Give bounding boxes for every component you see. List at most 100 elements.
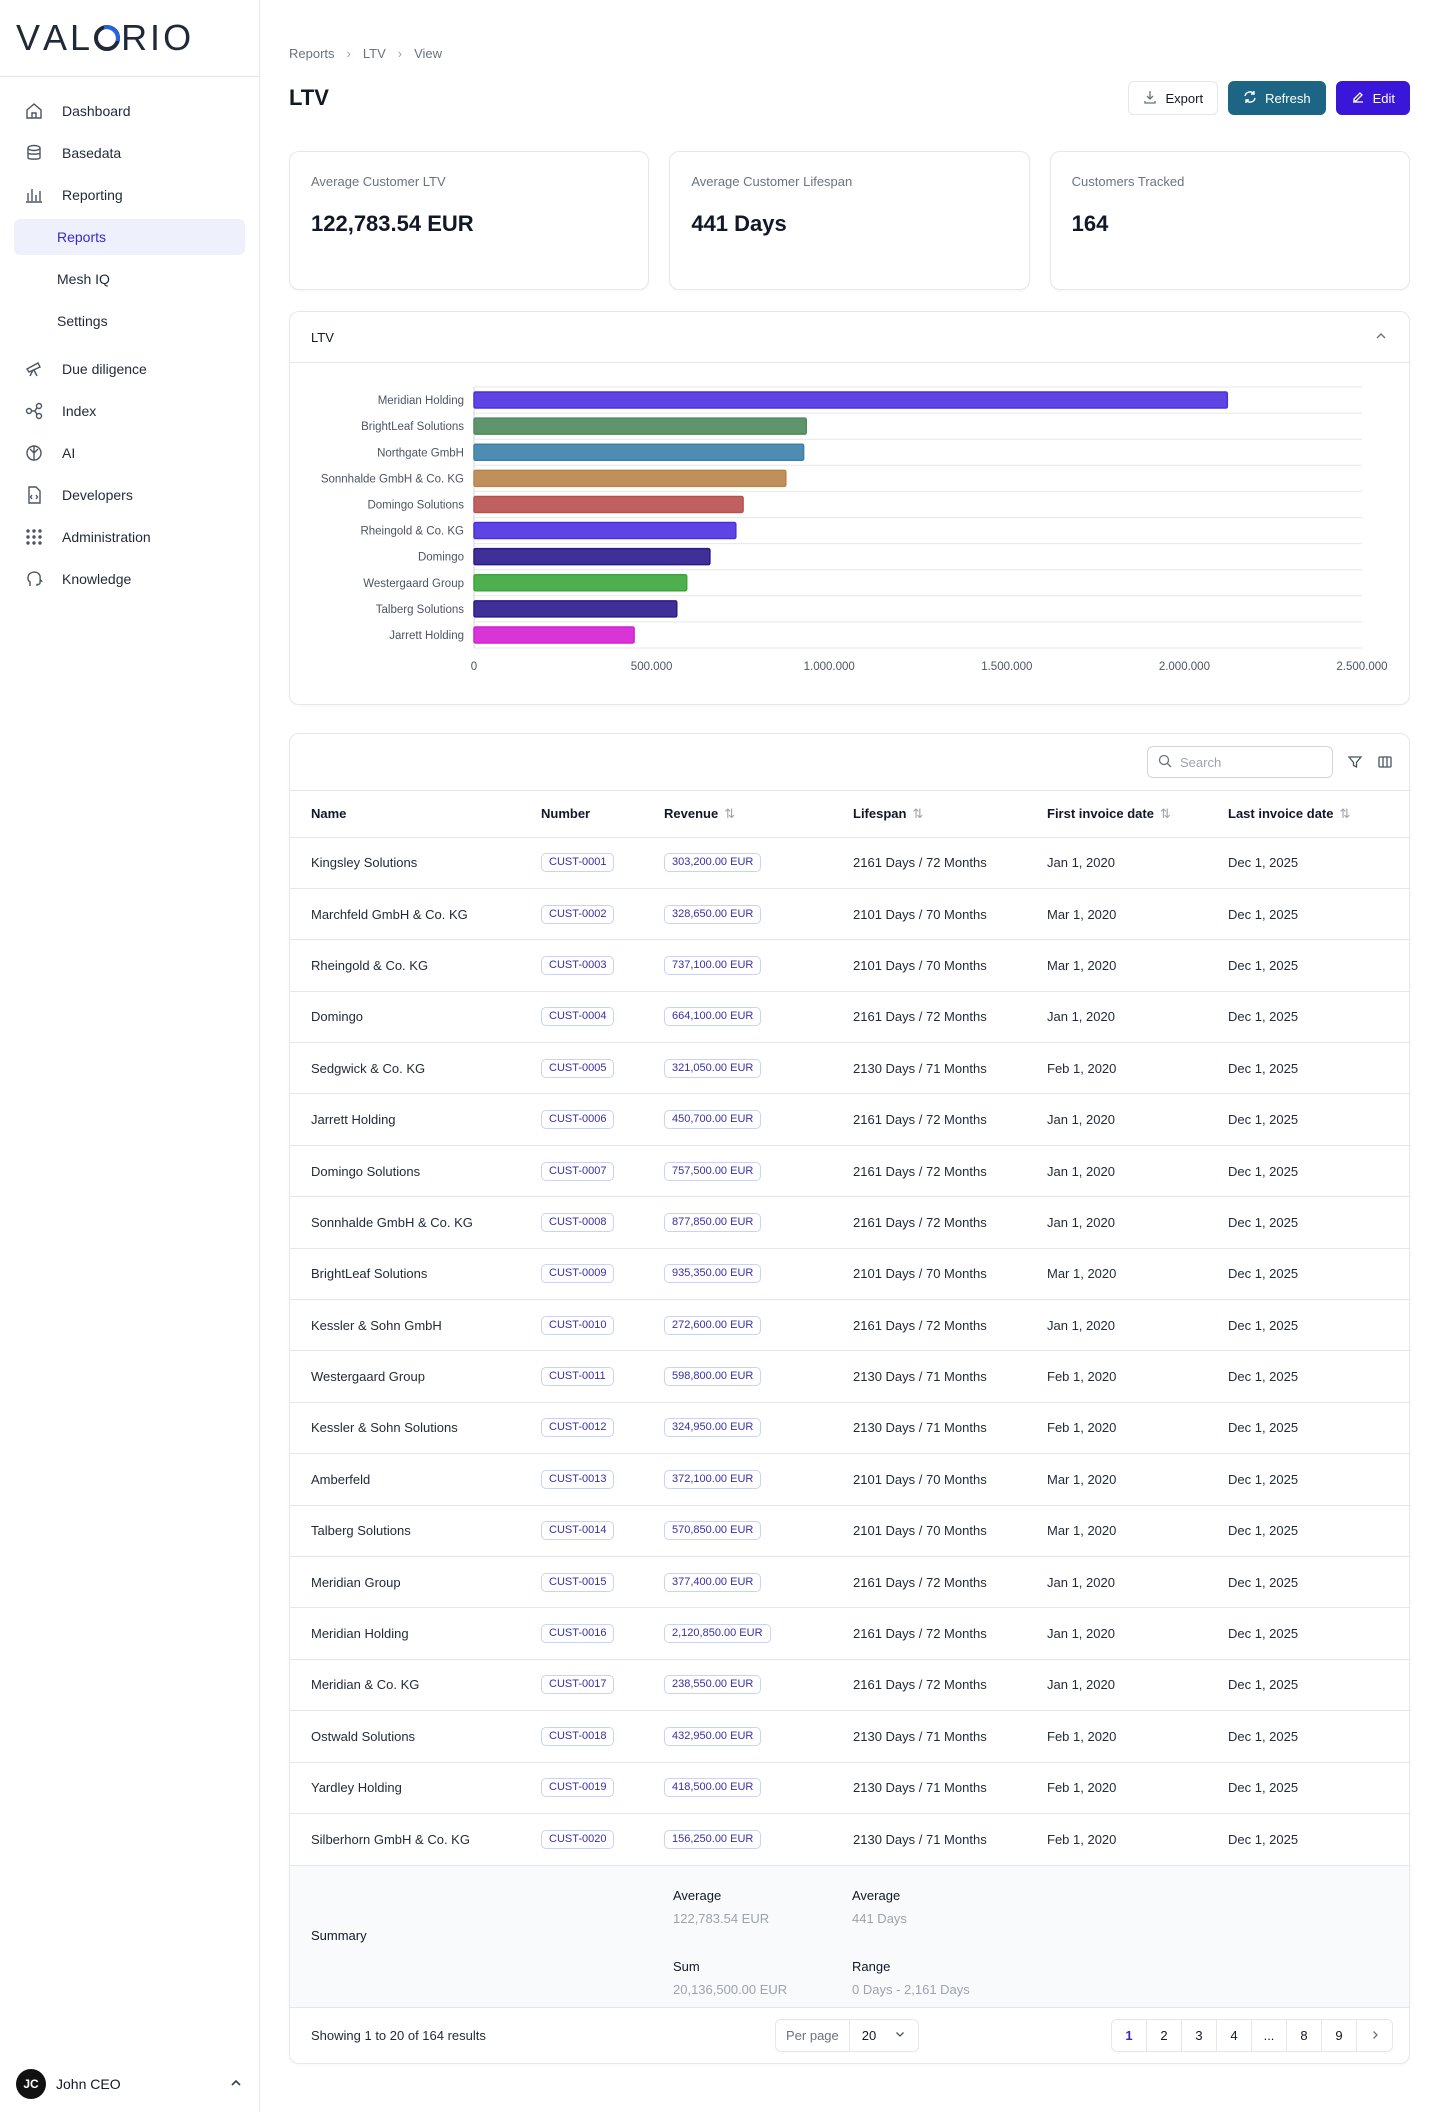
chevron-up-icon[interactable] <box>1374 329 1388 346</box>
table-row[interactable]: Meridian Group CUST-0015 377,400.00 EUR 216… <box>290 1555 1409 1608</box>
bar[interactable] <box>473 469 787 488</box>
page-button-9[interactable]: 9 <box>1322 2019 1357 2051</box>
sidebar-item-index[interactable]: Index <box>14 393 245 429</box>
sort-icon[interactable]: ⇅ <box>912 806 923 821</box>
sidebar-item-dashboard[interactable]: Dashboard <box>14 93 245 129</box>
page-button-2[interactable]: 2 <box>1147 2019 1182 2051</box>
sidebar-item-label: Due diligence <box>62 361 147 377</box>
breadcrumb-reports[interactable]: Reports <box>289 46 335 61</box>
stat-card-ltv: Average Customer LTV 122,783.54 EUR <box>289 151 650 290</box>
sort-icon[interactable]: ⇅ <box>1339 806 1350 821</box>
sidebar-item-knowledge[interactable]: Knowledge <box>14 561 245 597</box>
cell-number: CUST-0001 <box>520 836 643 889</box>
bar[interactable] <box>473 521 737 540</box>
page-button-4[interactable]: 4 <box>1217 2019 1252 2051</box>
table-row[interactable]: Meridian & Co. KG CUST-0017 238,550.00 EUR… <box>290 1658 1409 1711</box>
bar[interactable] <box>473 495 744 514</box>
search-input[interactable] <box>1180 754 1320 770</box>
customer-number-badge: CUST-0016 <box>541 1624 615 1644</box>
sidebar-item-reporting[interactable]: Reporting <box>14 177 245 213</box>
bar[interactable] <box>473 391 1229 409</box>
cell-first-invoice: Jan 1, 2020 <box>1026 1658 1207 1711</box>
refresh-button[interactable]: Refresh <box>1228 81 1326 115</box>
sidebar-item-reports[interactable]: Reports <box>14 219 245 255</box>
page-buttons: 1 2 3 4... 8 9 <box>1111 2018 1393 2052</box>
page-button-1[interactable]: 1 <box>1112 2019 1147 2051</box>
sort-icon[interactable]: ⇅ <box>1160 806 1171 821</box>
table-row[interactable]: Rheingold & Co. KG CUST-0003 737,100.00 EU… <box>290 939 1409 992</box>
column-header-lifespan[interactable]: Lifespan ⇅ <box>832 791 1026 837</box>
bar[interactable] <box>473 626 635 644</box>
stat-label: Average Customer Lifespan <box>691 174 853 189</box>
sort-icon[interactable]: ⇅ <box>724 806 735 821</box>
revenue-badge: 238,550.00 EUR <box>664 1675 762 1695</box>
table-row[interactable]: Domingo Solutions CUST-0007 757,500.00 EUR… <box>290 1144 1409 1197</box>
columns-icon[interactable] <box>1377 754 1393 770</box>
table-row[interactable]: BrightLeaf Solutions CUST-0009 935,350.00 … <box>290 1247 1409 1300</box>
table-row[interactable]: Meridian Holding CUST-0016 2,120,850.00 EU… <box>290 1607 1409 1660</box>
column-header-first-invoice[interactable]: First invoice date ⇅ <box>1026 791 1207 837</box>
revenue-badge: 418,500.00 EUR <box>664 1778 762 1798</box>
cell-lifespan: 2161 Days / 72 Months <box>832 1658 1026 1711</box>
table-row[interactable]: Ostwald Solutions CUST-0018 432,950.00 EUR… <box>290 1710 1409 1763</box>
y-tick-label: Westergaard Group <box>363 578 464 590</box>
next-page-icon[interactable] <box>1357 2020 1392 2051</box>
cell-name: Marchfeld GmbH & Co. KG <box>290 887 520 940</box>
revenue-badge: 328,650.00 EUR <box>664 904 762 924</box>
sidebar-item-mesh-iq[interactable]: Mesh IQ <box>14 261 245 297</box>
bar[interactable] <box>473 600 678 618</box>
breadcrumb-ltv[interactable]: LTV <box>363 46 386 61</box>
sidebar-item-basedata[interactable]: Basedata <box>14 135 245 171</box>
bar[interactable] <box>473 574 688 592</box>
table-row[interactable]: Domingo CUST-0004 664,100.00 EUR 2161 Days … <box>290 990 1409 1043</box>
column-header-name[interactable]: Name <box>290 791 520 837</box>
per-page-select[interactable]: Per page 20 <box>775 2018 920 2052</box>
table-row[interactable]: Amberfeld CUST-0013 372,100.00 EUR 2101 Day… <box>290 1453 1409 1506</box>
chevron-up-icon[interactable] <box>229 2076 243 2093</box>
cell-lifespan: 2161 Days / 72 Months <box>832 1607 1026 1660</box>
revenue-badge: 432,950.00 EUR <box>664 1726 762 1746</box>
table-row[interactable]: Yardley Holding CUST-0019 418,500.00 EUR 21… <box>290 1761 1409 1814</box>
cell-revenue: 156,250.00 EUR <box>643 1812 832 1865</box>
table-row[interactable]: Kingsley Solutions CUST-0001 303,200.00 EU… <box>290 836 1409 889</box>
table-row[interactable]: Talberg Solutions CUST-0014 570,850.00 EUR… <box>290 1504 1409 1557</box>
sidebar-item-administration[interactable]: Administration <box>14 519 245 555</box>
column-header-number[interactable]: Number <box>520 791 643 837</box>
sidebar-item-due-diligence[interactable]: Due diligence <box>14 351 245 387</box>
x-tick-label: 500.000 <box>631 661 673 673</box>
edit-button[interactable]: Edit <box>1335 81 1410 115</box>
valorio-logo[interactable]: V AL RIO <box>16 17 194 59</box>
search-box[interactable] <box>1147 746 1333 778</box>
export-button[interactable]: Export <box>1128 81 1219 115</box>
table-row[interactable]: Kessler & Sohn GmbH CUST-0010 272,600.00 E… <box>290 1299 1409 1351</box>
stat-label: Customers Tracked <box>1071 174 1185 189</box>
sidebar-item-label: AI <box>62 445 76 461</box>
table-row[interactable]: Silberhorn GmbH & Co. KG CUST-0020 156,250… <box>290 1812 1409 1865</box>
bar[interactable] <box>473 443 805 461</box>
page-button-8[interactable]: 8 <box>1287 2019 1322 2051</box>
cell-first-invoice: Mar 1, 2020 <box>1026 939 1207 992</box>
cell-first-invoice: Feb 1, 2020 <box>1026 1710 1207 1763</box>
customer-number-badge: CUST-0015 <box>541 1572 615 1592</box>
revenue-badge: 372,100.00 EUR <box>664 1469 762 1489</box>
table-row[interactable]: Kessler & Sohn Solutions CUST-0012 324,950… <box>290 1401 1409 1454</box>
table-row[interactable]: Jarrett Holding CUST-0006 450,700.00 EUR 21… <box>290 1093 1409 1146</box>
table-row[interactable]: Sedgwick & Co. KG CUST-0005 321,050.00 EUR… <box>290 1042 1409 1094</box>
sidebar-item-developers[interactable]: Developers <box>14 477 245 513</box>
cell-last-invoice: Dec 1, 2025 <box>1207 1144 1409 1197</box>
table-row[interactable]: Sonnhalde GmbH & Co. KG CUST-0008 877,850.… <box>290 1196 1409 1249</box>
cell-lifespan: 2130 Days / 71 Months <box>832 1042 1026 1094</box>
sidebar-item-settings[interactable]: Settings <box>14 303 245 339</box>
bar[interactable] <box>473 417 807 435</box>
cell-name: Jarrett Holding <box>290 1093 520 1146</box>
bar[interactable] <box>473 547 711 566</box>
table-row[interactable]: Westergaard Group CUST-0011 598,800.00 EUR… <box>290 1350 1409 1403</box>
column-header-last-invoice[interactable]: Last invoice date ⇅ <box>1207 791 1409 837</box>
page-button-3[interactable]: 3 <box>1182 2019 1217 2051</box>
table-row[interactable]: Marchfeld GmbH & Co. KG CUST-0002 328,650.… <box>290 887 1409 940</box>
filter-icon[interactable] <box>1347 754 1363 770</box>
sidebar-item-ai[interactable]: AI <box>14 435 245 471</box>
user-menu[interactable]: JC John CEO <box>0 2056 259 2112</box>
column-header-revenue[interactable]: Revenue ⇅ <box>643 791 832 837</box>
customer-number-badge: CUST-0014 <box>541 1521 615 1541</box>
